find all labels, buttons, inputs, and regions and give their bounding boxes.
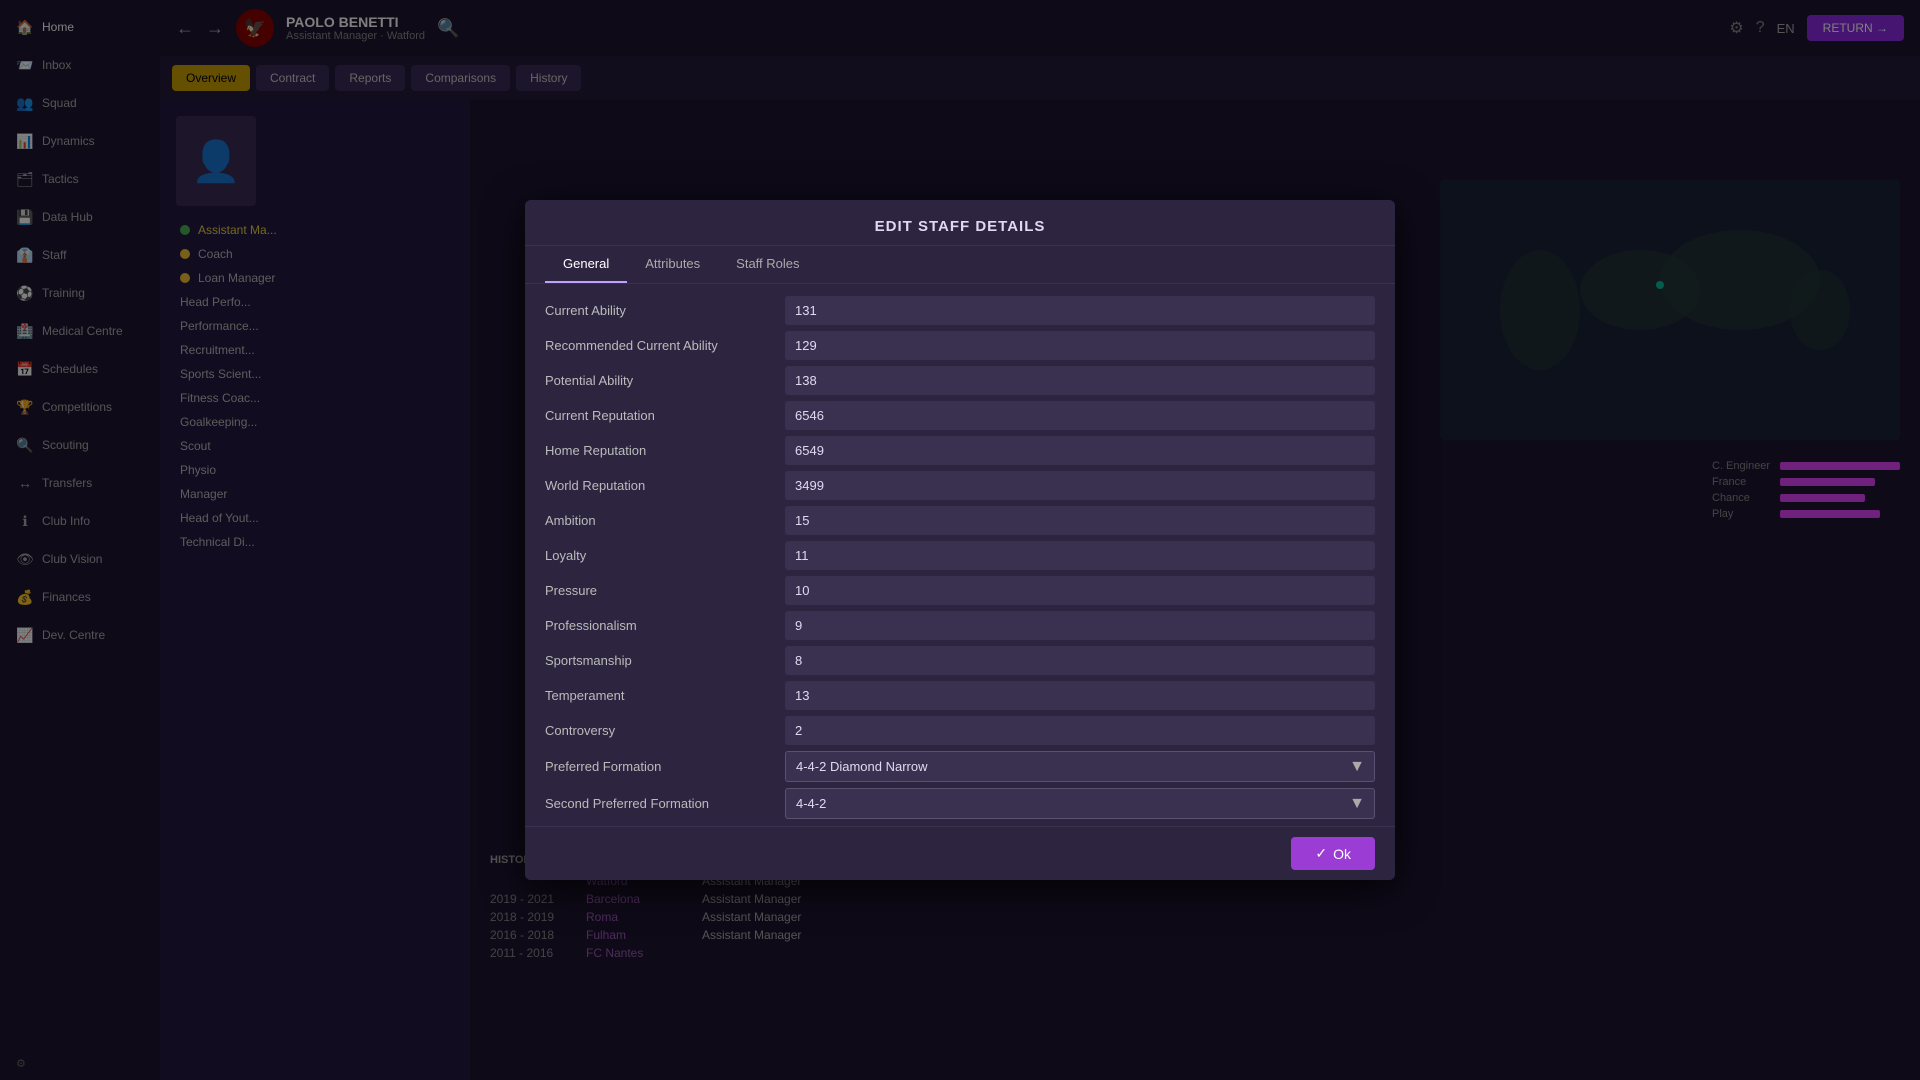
input-world-reputation[interactable] <box>785 471 1375 500</box>
input-current-reputation[interactable] <box>785 401 1375 430</box>
label-current-reputation: Current Reputation <box>545 408 785 423</box>
label-second-preferred-formation: Second Preferred Formation <box>545 796 785 811</box>
modal-tab-general[interactable]: General <box>545 246 627 283</box>
label-potential-ability: Potential Ability <box>545 373 785 388</box>
label-loyalty: Loyalty <box>545 548 785 563</box>
modal-backdrop: EDIT STAFF DETAILS General Attributes St… <box>0 0 1920 1080</box>
modal-footer: ✓ Ok <box>525 826 1395 880</box>
field-recommended-ability: Recommended Current Ability <box>545 331 1375 360</box>
label-controversy: Controversy <box>545 723 785 738</box>
input-temperament[interactable] <box>785 681 1375 710</box>
label-current-ability: Current Ability <box>545 303 785 318</box>
label-ambition: Ambition <box>545 513 785 528</box>
modal-tab-attributes[interactable]: Attributes <box>627 246 718 283</box>
ok-check-icon: ✓ <box>1315 845 1327 862</box>
field-sportsmanship: Sportsmanship <box>545 646 1375 675</box>
field-pressure: Pressure <box>545 576 1375 605</box>
select-wrapper-preferred: 4-4-2 Diamond Narrow 4-4-2 4-3-3 4-2-3-1… <box>785 751 1375 782</box>
label-world-reputation: World Reputation <box>545 478 785 493</box>
field-temperament: Temperament <box>545 681 1375 710</box>
input-pressure[interactable] <box>785 576 1375 605</box>
input-professionalism[interactable] <box>785 611 1375 640</box>
label-professionalism: Professionalism <box>545 618 785 633</box>
label-home-reputation: Home Reputation <box>545 443 785 458</box>
modal-body: Current Ability Recommended Current Abil… <box>525 284 1395 826</box>
input-loyalty[interactable] <box>785 541 1375 570</box>
field-world-reputation: World Reputation <box>545 471 1375 500</box>
input-current-ability[interactable] <box>785 296 1375 325</box>
input-controversy[interactable] <box>785 716 1375 745</box>
field-current-ability: Current Ability <box>545 296 1375 325</box>
select-preferred-formation[interactable]: 4-4-2 Diamond Narrow 4-4-2 4-3-3 4-2-3-1 <box>785 751 1375 782</box>
select-second-formation[interactable]: 4-4-2 4-3-3 4-2-3-1 <box>785 788 1375 819</box>
input-ambition[interactable] <box>785 506 1375 535</box>
field-second-preferred-formation: Second Preferred Formation 4-4-2 4-3-3 4… <box>545 788 1375 819</box>
field-loyalty: Loyalty <box>545 541 1375 570</box>
field-potential-ability: Potential Ability <box>545 366 1375 395</box>
select-wrapper-second: 4-4-2 4-3-3 4-2-3-1 ▼ <box>785 788 1375 819</box>
field-controversy: Controversy <box>545 716 1375 745</box>
label-pressure: Pressure <box>545 583 785 598</box>
label-temperament: Temperament <box>545 688 785 703</box>
modal-tab-staffroles[interactable]: Staff Roles <box>718 246 817 283</box>
field-ambition: Ambition <box>545 506 1375 535</box>
field-current-reputation: Current Reputation <box>545 401 1375 430</box>
ok-label: Ok <box>1333 846 1351 862</box>
input-recommended-ability[interactable] <box>785 331 1375 360</box>
label-sportsmanship: Sportsmanship <box>545 653 785 668</box>
field-professionalism: Professionalism <box>545 611 1375 640</box>
modal-title: EDIT STAFF DETAILS <box>525 200 1395 246</box>
field-preferred-formation: Preferred Formation 4-4-2 Diamond Narrow… <box>545 751 1375 782</box>
modal-tabs: General Attributes Staff Roles <box>525 246 1395 284</box>
field-home-reputation: Home Reputation <box>545 436 1375 465</box>
ok-button[interactable]: ✓ Ok <box>1291 837 1375 870</box>
input-sportsmanship[interactable] <box>785 646 1375 675</box>
label-recommended-ability: Recommended Current Ability <box>545 338 785 353</box>
input-home-reputation[interactable] <box>785 436 1375 465</box>
label-preferred-formation: Preferred Formation <box>545 759 785 774</box>
edit-staff-modal: EDIT STAFF DETAILS General Attributes St… <box>525 200 1395 880</box>
input-potential-ability[interactable] <box>785 366 1375 395</box>
